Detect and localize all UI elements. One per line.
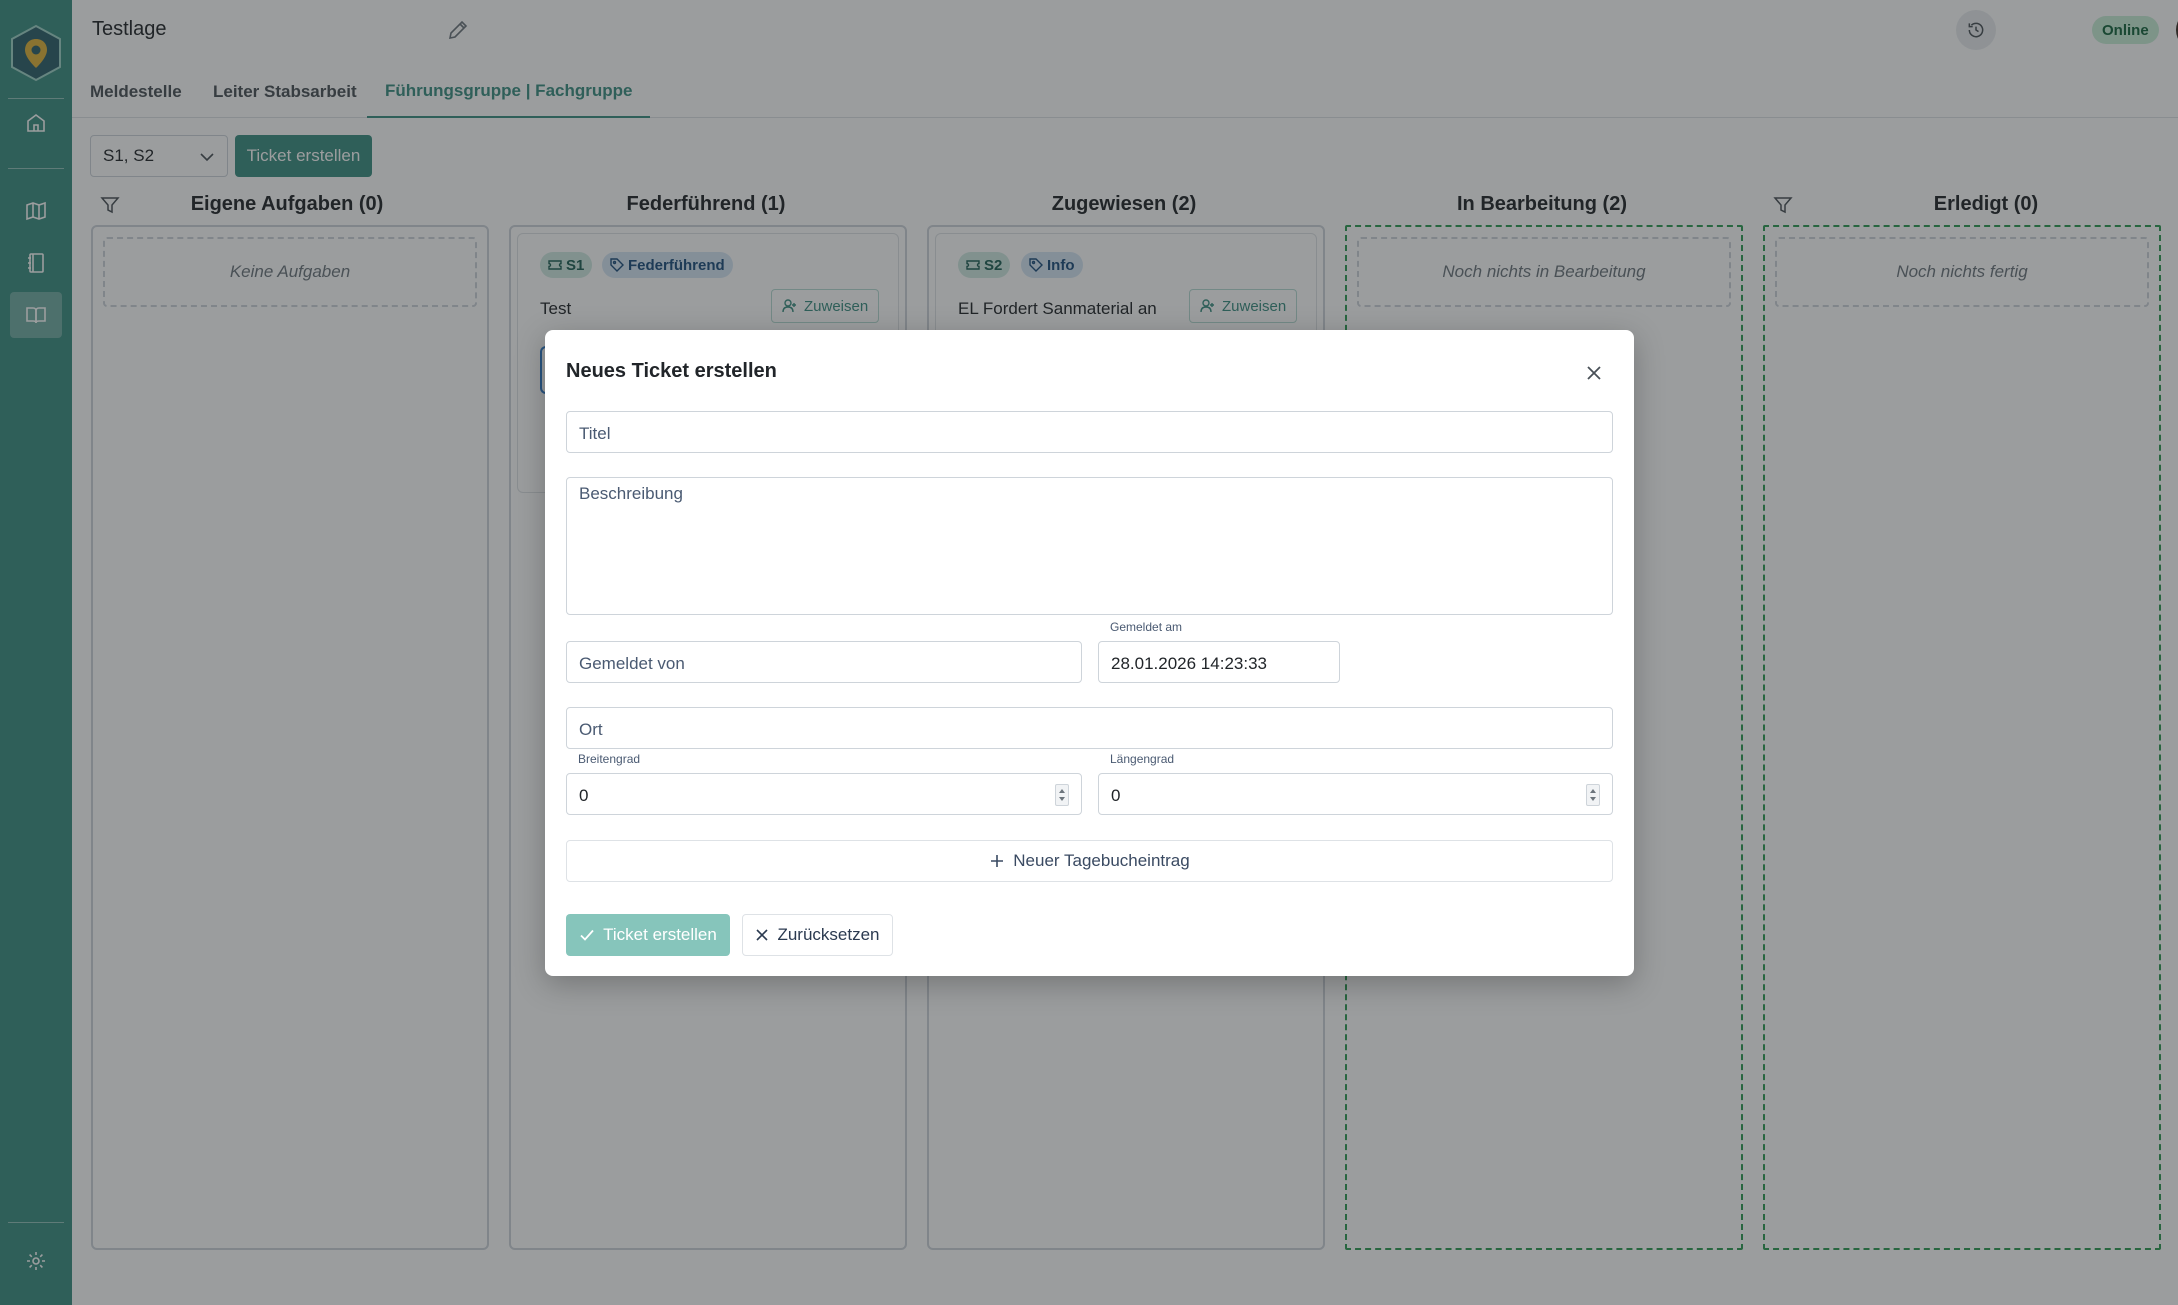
reported-at-label: Gemeldet am	[1110, 620, 1183, 634]
reported-by-placeholder: Gemeldet von	[579, 654, 685, 673]
new-diary-entry-button[interactable]: Neuer Tagebucheintrag	[566, 840, 1613, 882]
plus-icon	[991, 855, 1004, 867]
latitude-input[interactable]: 0	[566, 773, 1082, 815]
reported-at-input[interactable]: 28.01.2026 14:23:33	[1098, 641, 1340, 683]
submit-ticket-button[interactable]: Ticket erstellen	[566, 914, 730, 956]
location-placeholder: Ort	[579, 720, 603, 739]
new-ticket-dialog: Neues Ticket erstellen Titel Beschreibun…	[545, 330, 1634, 976]
title-placeholder: Titel	[579, 424, 611, 443]
new-diary-entry-label: Neuer Tagebucheintrag	[1013, 851, 1190, 870]
close-icon[interactable]	[1584, 363, 1604, 383]
reset-button[interactable]: Zurücksetzen	[742, 914, 893, 956]
check-icon	[580, 929, 594, 941]
close-icon	[756, 929, 769, 941]
location-input[interactable]: Ort	[566, 707, 1613, 749]
longitude-label: Längengrad	[1110, 752, 1175, 766]
latitude-value: 0	[579, 786, 589, 805]
longitude-stepper[interactable]	[1586, 784, 1600, 806]
longitude-input[interactable]: 0	[1098, 773, 1613, 815]
description-textarea[interactable]: Beschreibung	[566, 477, 1613, 615]
title-input[interactable]: Titel	[566, 411, 1613, 453]
description-placeholder: Beschreibung	[579, 484, 683, 503]
reset-label: Zurücksetzen	[777, 925, 880, 944]
submit-ticket-label: Ticket erstellen	[603, 925, 717, 944]
latitude-stepper[interactable]	[1055, 784, 1069, 806]
reported-at-value: 28.01.2026 14:23:33	[1111, 654, 1267, 673]
latitude-label: Breitengrad	[578, 752, 641, 766]
reported-by-input[interactable]: Gemeldet von	[566, 641, 1082, 683]
dialog-title: Neues Ticket erstellen	[566, 360, 777, 382]
longitude-value: 0	[1111, 786, 1121, 805]
